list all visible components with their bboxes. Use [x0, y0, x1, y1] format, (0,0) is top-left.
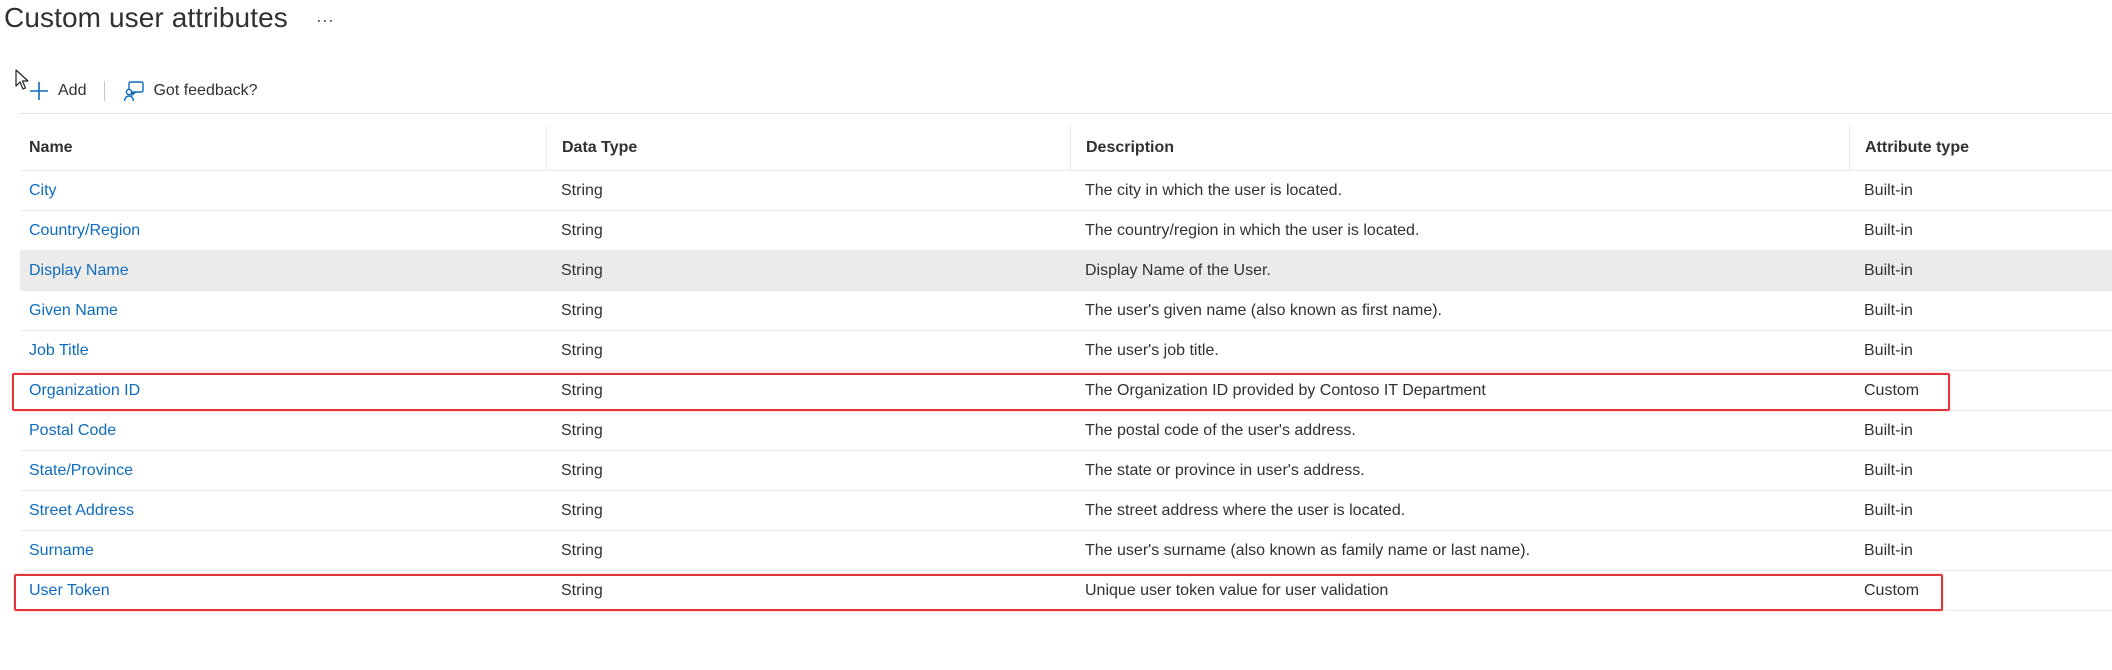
description-cell: Unique user token value for user validat… [1085, 581, 1389, 599]
attribute-name-link[interactable]: City [20, 182, 546, 200]
attributes-table: Name Data Type Description Attribute typ… [20, 126, 2112, 611]
description-cell: The city in which the user is located. [1085, 181, 1343, 199]
table-row[interactable]: Given Name String The user's given name … [20, 291, 2112, 331]
attribute-type-cell: Built-in [1864, 341, 1913, 359]
data-type-cell: String [561, 501, 603, 519]
more-options-button[interactable]: ··· [316, 10, 334, 31]
attribute-name-link[interactable]: State/Province [20, 462, 546, 480]
attribute-type-cell: Built-in [1864, 501, 1913, 519]
attribute-type-cell: Built-in [1864, 221, 1913, 239]
table-row[interactable]: City String The city in which the user i… [20, 171, 2112, 211]
feedback-button[interactable]: Got feedback? [123, 80, 258, 102]
table-row[interactable]: Country/Region String The country/region… [20, 211, 2112, 251]
description-cell: The country/region in which the user is … [1085, 221, 1420, 239]
attribute-type-cell: Custom [1864, 381, 1920, 399]
description-cell: The street address where the user is loc… [1085, 501, 1406, 519]
custom-user-attributes-page: Custom user attributes ··· Add Got feedb… [0, 0, 2112, 670]
data-type-cell: String [561, 261, 603, 279]
description-cell: The user's job title. [1085, 341, 1219, 359]
attribute-type-cell: Built-in [1864, 541, 1913, 559]
attribute-name-link[interactable]: Given Name [20, 302, 546, 320]
table-row[interactable]: Street Address String The street address… [20, 491, 2112, 531]
data-type-cell: String [561, 381, 603, 399]
feedback-person-icon [123, 80, 145, 102]
table-row[interactable]: User Token String Unique user token valu… [20, 571, 2112, 611]
attribute-name-link[interactable]: Display Name [20, 262, 546, 280]
table-row[interactable]: Organization ID String The Organization … [20, 371, 2112, 411]
feedback-button-label: Got feedback? [153, 82, 258, 99]
add-button-label: Add [58, 82, 87, 99]
data-type-cell: String [561, 301, 603, 319]
add-button[interactable]: Add [28, 80, 86, 102]
description-cell: The user's surname (also known as family… [1085, 541, 1531, 559]
attribute-type-cell: Built-in [1864, 461, 1913, 479]
command-bar: Add Got feedback? [28, 76, 258, 106]
column-header-name[interactable]: Name [20, 126, 546, 170]
attribute-type-cell: Built-in [1864, 421, 1913, 439]
description-cell: The state or province in user's address. [1085, 461, 1365, 479]
table-header: Name Data Type Description Attribute typ… [20, 126, 2112, 171]
attribute-name-link[interactable]: Surname [20, 542, 546, 560]
command-separator [104, 81, 106, 101]
data-type-cell: String [561, 181, 603, 199]
attribute-name-link[interactable]: Street Address [20, 502, 546, 520]
attribute-type-cell: Custom [1864, 581, 1920, 599]
page-title: Custom user attributes [4, 2, 288, 33]
description-cell: The Organization ID provided by Contoso … [1085, 381, 1486, 399]
table-row[interactable]: State/Province String The state or provi… [20, 451, 2112, 491]
column-header-data-type[interactable]: Data Type [546, 126, 1070, 170]
plus-icon [28, 80, 50, 102]
column-header-attribute-type[interactable]: Attribute type [1849, 126, 2112, 170]
title-row: Custom user attributes ··· [4, 0, 334, 36]
column-header-description[interactable]: Description [1070, 126, 1849, 170]
data-type-cell: String [561, 581, 603, 599]
attribute-name-link[interactable]: User Token [20, 582, 546, 600]
attribute-type-cell: Built-in [1864, 261, 1913, 279]
data-type-cell: String [561, 421, 603, 439]
data-type-cell: String [561, 461, 603, 479]
data-type-cell: String [561, 341, 603, 359]
attribute-type-cell: Built-in [1864, 181, 1913, 199]
attribute-type-cell: Built-in [1864, 301, 1913, 319]
attribute-name-link[interactable]: Organization ID [20, 382, 546, 400]
description-cell: The postal code of the user's address. [1085, 421, 1356, 439]
description-cell: The user's given name (also known as fir… [1085, 301, 1442, 319]
attribute-name-link[interactable]: Country/Region [20, 222, 546, 240]
table-row-selected[interactable]: Display Name String Display Name of the … [20, 251, 2112, 291]
description-cell: Display Name of the User. [1085, 261, 1271, 279]
table-row[interactable]: Job Title String The user's job title. B… [20, 331, 2112, 371]
table-row[interactable]: Surname String The user's surname (also … [20, 531, 2112, 571]
data-type-cell: String [561, 541, 603, 559]
table-row[interactable]: Postal Code String The postal code of th… [20, 411, 2112, 451]
command-bar-divider [20, 113, 2112, 114]
attribute-name-link[interactable]: Postal Code [20, 422, 546, 440]
data-type-cell: String [561, 221, 603, 239]
attribute-name-link[interactable]: Job Title [20, 342, 546, 360]
